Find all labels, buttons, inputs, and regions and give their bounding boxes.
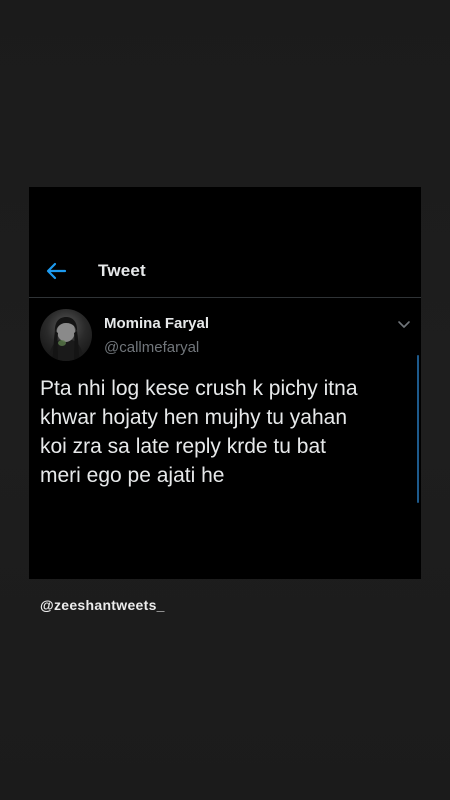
arrow-left-icon[interactable]	[45, 261, 67, 281]
tweet-card: Tweet Momina Faryal @callmefaryal Pta nh…	[29, 187, 421, 579]
scrollbar[interactable]	[417, 355, 419, 503]
author-handle[interactable]: @callmefaryal	[104, 339, 199, 356]
chevron-down-icon[interactable]	[397, 317, 411, 328]
avatar[interactable]	[40, 309, 92, 361]
story-background: Tweet Momina Faryal @callmefaryal Pta nh…	[0, 0, 450, 800]
tweet-header: Tweet	[29, 247, 421, 298]
author-name[interactable]: Momina Faryal	[104, 315, 209, 332]
credit-handle: @zeeshantweets_	[40, 597, 165, 613]
header-title: Tweet	[98, 261, 146, 280]
tweet-text: Pta nhi log kese crush k pichy itna khwa…	[40, 377, 358, 487]
